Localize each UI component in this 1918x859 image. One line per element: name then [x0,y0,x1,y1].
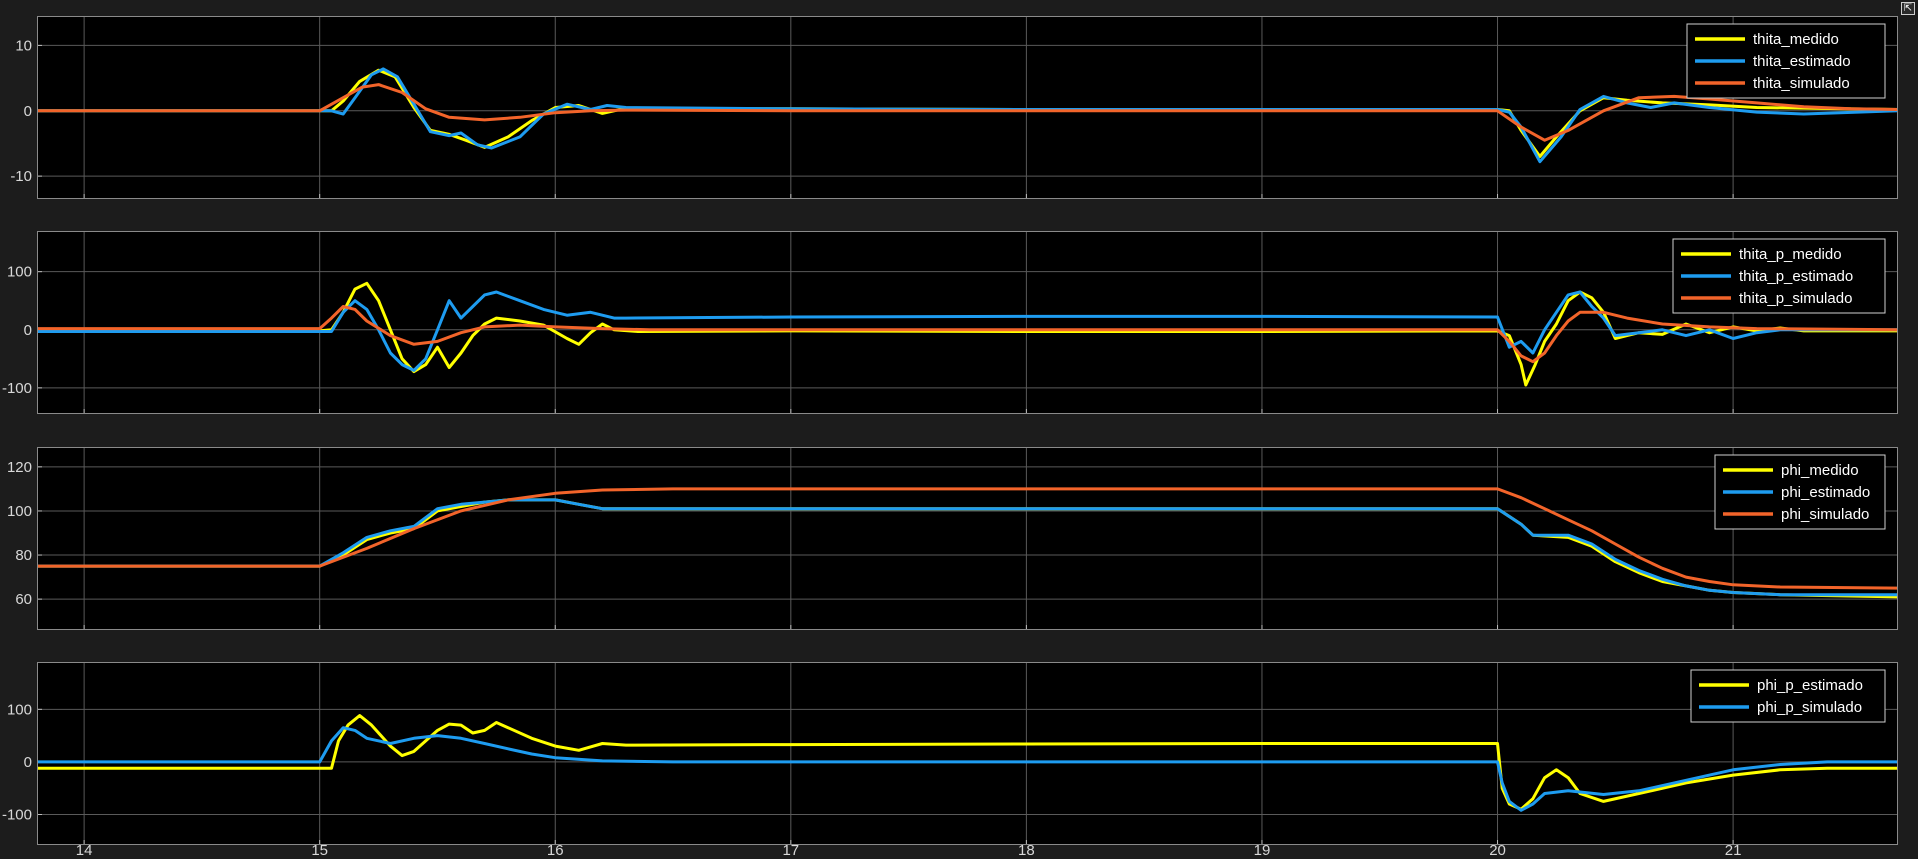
legend-label: phi_estimado [1781,484,1870,501]
legend-label: thita_estimado [1753,53,1851,70]
scope-panel-4: -100 0 100 phi_p_estimado phi_p_simulado 14 15… [2,662,1898,859]
x-tick-label: 20 [1489,842,1506,859]
x-tick-label: 14 [76,842,93,859]
y-tick-label: 10 [15,37,32,54]
plot-area [37,16,1898,199]
x-tick-label: 17 [782,842,799,859]
legend-label: thita_simulado [1753,75,1850,92]
legend-label: phi_p_simulado [1757,699,1862,716]
legend-label: thita_p_medido [1739,246,1842,263]
legend: phi_medido phi_estimado phi_simulado [1714,454,1886,530]
plot-area [37,231,1898,414]
x-tick-label: 16 [547,842,564,859]
y-tick-label: 100 [7,701,32,718]
scope-panel-3: 60 80 100 120 phi_medido phi_estimado phi_simu… [7,447,1898,630]
legend-label: phi_medido [1781,462,1859,479]
y-tick-label: 0 [24,754,32,771]
legend-label: thita_p_simulado [1739,290,1852,307]
legend: thita_medido thita_estimado thita_simulado [1686,23,1886,99]
y-tick-label: 60 [15,591,32,608]
y-tick-label: 120 [7,459,32,476]
scope-panel-2: -1000100thita_p_medidothita_p_estimadoth… [2,231,1898,414]
scope-panel-1: -10 0 10 thita_medido thita_estimado thita_si… [10,16,1898,199]
legend-label: phi_p_estimado [1757,677,1863,694]
y-tick-label: 100 [7,264,32,281]
legend-label: thita_medido [1753,31,1839,48]
legend-label: thita_p_estimado [1739,268,1853,285]
y-tick-label: -100 [2,380,32,397]
x-tick-label: 21 [1725,842,1742,859]
legend-label: phi_simulado [1781,506,1869,523]
y-tick-label: 100 [7,503,32,520]
y-tick-label: 80 [15,547,32,564]
x-tick-label: 18 [1018,842,1035,859]
y-tick-label: 0 [24,322,32,339]
y-tick-label: -100 [2,807,32,824]
legend: thita_p_medido thita_p_estimado thita_p_si… [1672,238,1886,314]
y-tick-label: 0 [24,103,32,120]
plot-area [37,447,1898,630]
y-tick-label: -10 [10,168,32,185]
plot-area [37,662,1898,845]
legend: phi_p_estimado phi_p_simulado [1690,669,1886,723]
x-tick-label: 19 [1254,842,1271,859]
undock-arrow-icon[interactable]: ⇱ [1901,2,1915,15]
x-tick-label: 15 [311,842,328,859]
scope-figure: -10010 thita_medidothita_estimadothita_si… [2,16,1898,859]
